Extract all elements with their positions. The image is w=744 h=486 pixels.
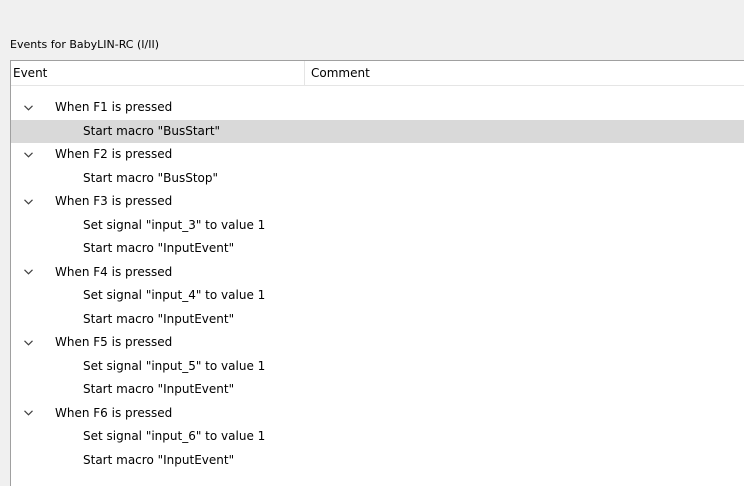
tree-row-event[interactable]: When F5 is pressed <box>11 331 744 355</box>
tree-row-action[interactable]: Set signal "input_6" to value 1 <box>11 425 744 449</box>
event-label: When F6 is pressed <box>55 405 173 420</box>
chevron-down-icon[interactable] <box>20 331 36 355</box>
event-label: When F2 is pressed <box>55 147 173 161</box>
events-tree[interactable]: Event Comment When F1 is pressed Start m… <box>10 60 744 486</box>
tree-row-action[interactable]: Start macro "InputEvent" <box>11 308 744 332</box>
action-label: Set signal "input_6" to value 1 <box>83 429 266 443</box>
tree-row-action[interactable]: Start macro "BusStart" <box>11 119 744 143</box>
event-label: When F5 is pressed <box>55 335 173 349</box>
action-label: Start macro "InputEvent" <box>83 241 235 255</box>
tree-row-event[interactable]: When F4 is pressed <box>11 261 744 285</box>
chevron-down-icon[interactable] <box>20 96 36 120</box>
tree-row-action[interactable]: Start macro "InputEvent" <box>11 237 744 261</box>
tree-row-action[interactable]: Set signal "input_5" to value 1 <box>11 355 744 379</box>
tree-row-event[interactable]: When F2 is pressed <box>11 143 744 167</box>
chevron-down-icon[interactable] <box>20 402 36 426</box>
action-label: Start macro "BusStart" <box>83 123 221 138</box>
action-label: Set signal "input_3" to value 1 <box>83 217 266 232</box>
action-label: Start macro "InputEvent" <box>83 452 235 467</box>
action-label: Start macro "InputEvent" <box>83 311 235 326</box>
tree-row-action[interactable]: Set signal "input_4" to value 1 <box>11 284 744 308</box>
column-separator[interactable] <box>304 61 305 85</box>
event-label: When F4 is pressed <box>55 264 173 279</box>
column-header-event[interactable]: Event <box>13 61 303 85</box>
action-label: Start macro "BusStop" <box>83 170 219 185</box>
column-header-comment[interactable]: Comment <box>311 61 370 85</box>
tree-row-action[interactable]: Start macro "BusStop" <box>11 167 744 191</box>
chevron-down-icon[interactable] <box>20 143 36 167</box>
action-label: Set signal "input_4" to value 1 <box>83 288 266 302</box>
tree-row-event[interactable]: When F6 is pressed <box>11 402 744 426</box>
event-label: When F3 is pressed <box>55 194 173 208</box>
tree-row-event[interactable]: When F1 is pressed <box>11 96 744 120</box>
action-label: Start macro "InputEvent" <box>83 382 235 396</box>
chevron-down-icon[interactable] <box>20 190 36 214</box>
event-label: When F1 is pressed <box>55 100 173 114</box>
action-label: Set signal "input_5" to value 1 <box>83 358 266 373</box>
tree-rows: When F1 is pressed Start macro "BusStart… <box>11 96 744 472</box>
tree-row-action[interactable]: Set signal "input_3" to value 1 <box>11 214 744 238</box>
chevron-down-icon[interactable] <box>20 261 36 285</box>
tree-row-event[interactable]: When F3 is pressed <box>11 190 744 214</box>
tree-row-action[interactable]: Start macro "InputEvent" <box>11 449 744 473</box>
events-group-label: Events for BabyLIN-RC (I/II) <box>10 38 160 51</box>
tree-header: Event Comment <box>11 61 744 86</box>
tree-row-action[interactable]: Start macro "InputEvent" <box>11 378 744 402</box>
